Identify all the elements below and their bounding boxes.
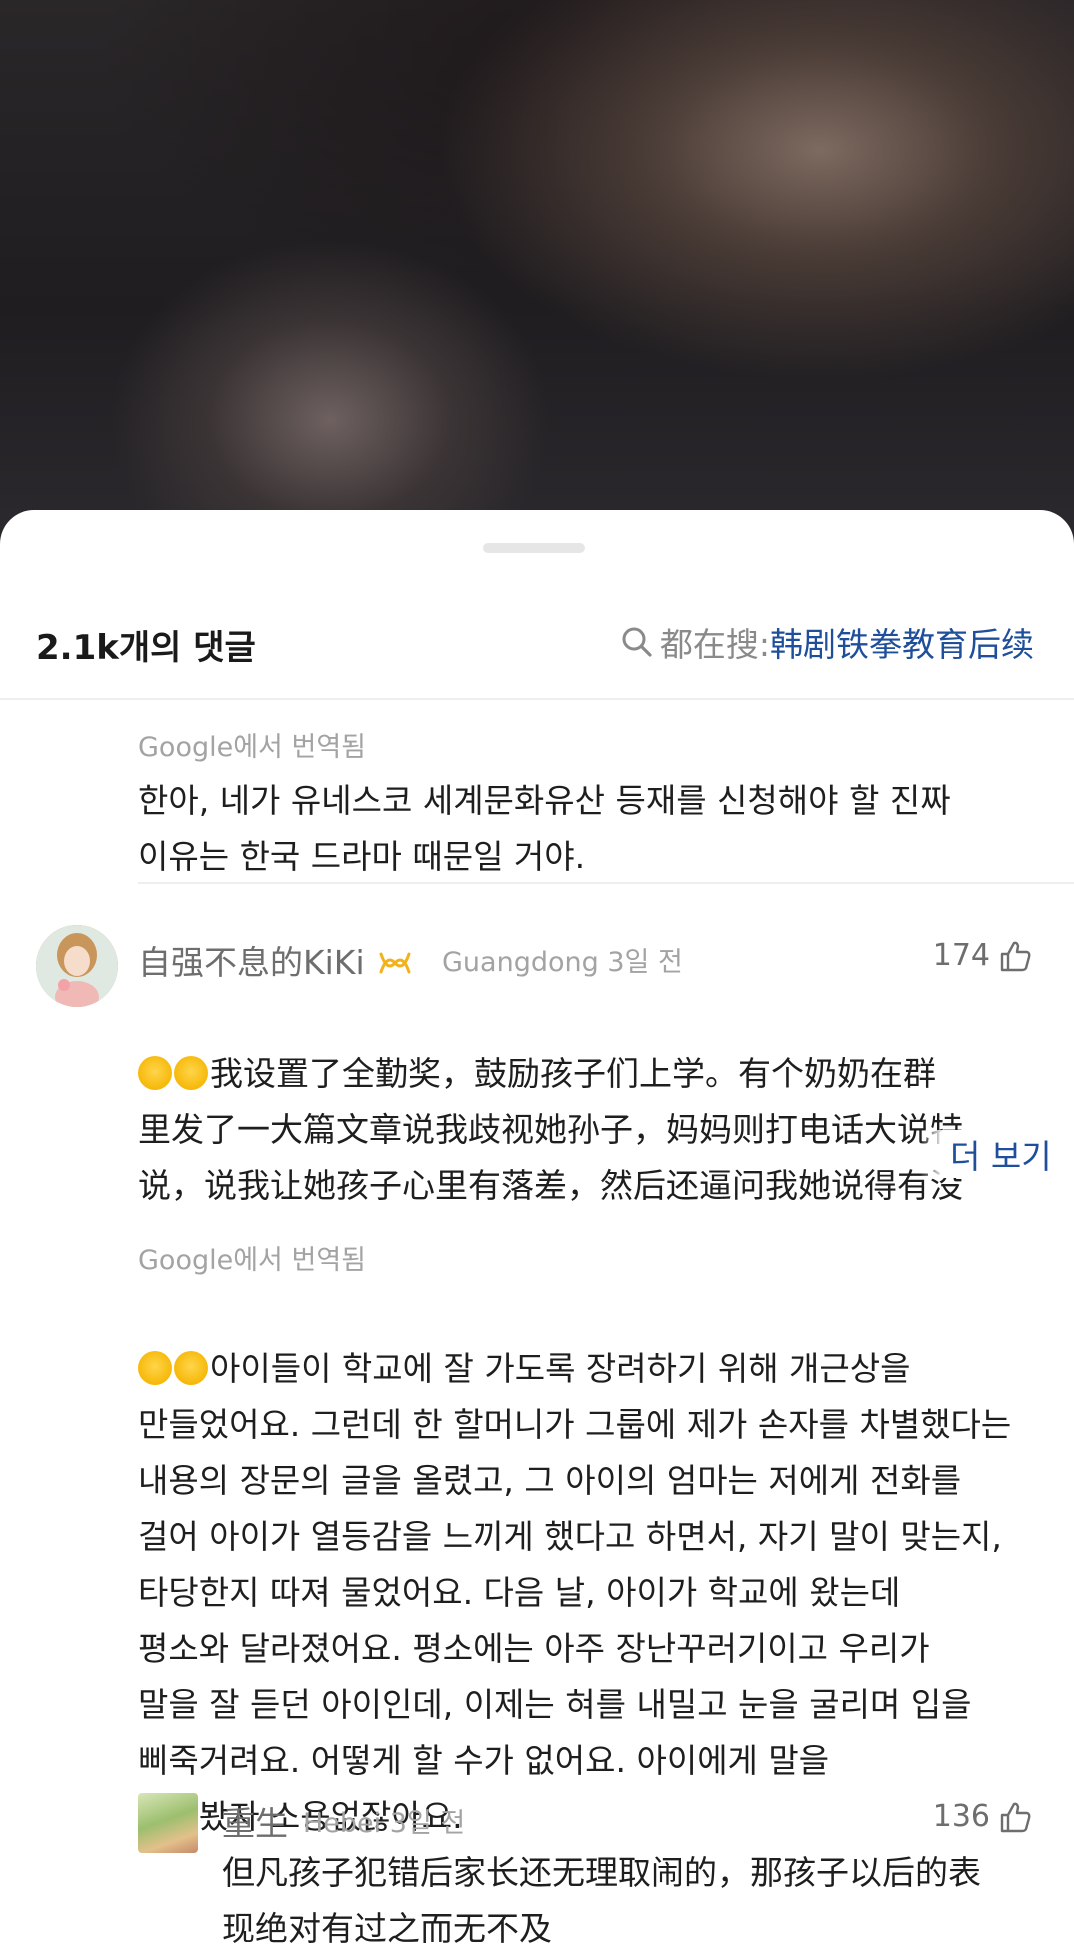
header-divider — [0, 698, 1074, 700]
reply-meta: Hebei 3일 전 — [303, 1801, 465, 1840]
timestamp: 3일 전 — [607, 947, 683, 978]
like-count: 174 — [932, 938, 990, 973]
trending-search[interactable]: 都在搜: 韩剧铁拳教育后续 — [620, 618, 1034, 666]
location: Hebei — [303, 1808, 382, 1839]
drag-handle[interactable] — [483, 543, 585, 553]
comment-text: 我设置了全勤奖，鼓励孩子们上学。有个奶奶在群 里发了一大篇文章说我歧视她孙子，妈… — [138, 990, 1038, 1214]
timestamp: 3일 전 — [389, 1808, 466, 1839]
translated-text: 아이들이 학교에 잘 가도록 장려하기 위해 개근상을 만들었어요. 그런데 한… — [138, 1285, 1068, 1845]
search-icon — [622, 627, 652, 657]
comment-divider — [138, 882, 1074, 884]
translation-label: Google에서 번역됨 — [138, 1245, 366, 1276]
see-more-link[interactable]: 더 보기 — [920, 1130, 1052, 1178]
location: Guangdong — [442, 947, 599, 978]
search-prefix: 都在搜: — [659, 625, 770, 664]
like-button[interactable]: 136 — [933, 1799, 1032, 1834]
avatar[interactable] — [138, 1793, 198, 1853]
comment-body: 我设置了全勤奖，鼓励孩子们上学。有个奶奶在群 里发了一大篇文章说我歧视她孙子，妈… — [138, 1054, 963, 1205]
like-button[interactable]: 174 — [933, 938, 1032, 973]
crying-face-emoji — [174, 1351, 208, 1385]
thumbs-up-icon — [1000, 1802, 1031, 1832]
crying-face-emoji — [138, 1056, 172, 1090]
username[interactable]: 重生 — [222, 1797, 288, 1845]
crying-face-emoji — [174, 1056, 208, 1090]
video-background[interactable] — [0, 0, 1074, 560]
infinity-badge-icon — [379, 952, 411, 974]
comment-meta: Guangdong 3일 전 — [442, 940, 683, 979]
like-count: 136 — [932, 1799, 990, 1834]
translated-text: 한아, 네가 유네스코 세계문화유산 등재를 신청해야 할 진짜 이유는 한국 … — [138, 781, 951, 876]
translation-label: Google에서 번역됨 — [138, 732, 366, 763]
avatar-illustration-icon — [36, 925, 118, 1007]
comment-count: 2.1k개의 댓글 — [36, 628, 256, 668]
search-term[interactable]: 韩剧铁拳教育后续 — [770, 618, 1034, 666]
thumbs-up-icon — [1000, 941, 1031, 971]
username[interactable]: 自强不息的KiKi — [138, 936, 415, 984]
reply-text: 但凡孩子犯错后家长还无理取闹的，那孩子以后的表 现绝对有过之而无不及 — [222, 1853, 981, 1948]
username-text: 自强不息的KiKi — [138, 943, 365, 982]
crying-face-emoji — [138, 1351, 172, 1385]
translated-body: 아이들이 학교에 잘 가도록 장려하기 위해 개근상을 만들었어요. 그런데 한… — [138, 1349, 1012, 1836]
avatar[interactable] — [36, 925, 118, 1007]
